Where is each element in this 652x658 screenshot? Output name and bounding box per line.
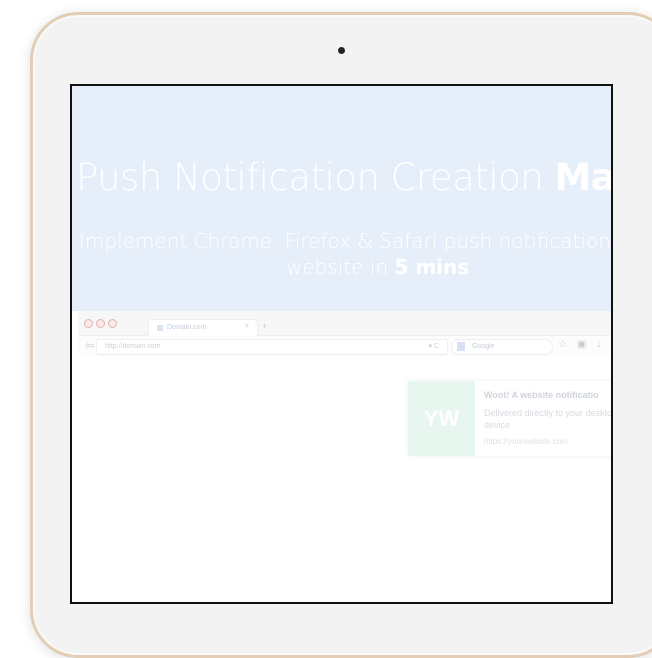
browser-tab-bar: Domain.com × + (78, 311, 611, 336)
browser-tab[interactable]: Domain.com × (148, 319, 258, 336)
notification-body: Delivered directly to your desktop or de… (484, 408, 613, 430)
hero-subtitle-line2-text: website in (286, 255, 395, 279)
hero-title: Push Notification Creation Made E (76, 156, 613, 199)
window-close-dot[interactable] (84, 319, 93, 328)
ipad-screen: Push Notification Creation Made E Implem… (70, 84, 613, 604)
tab-close-icon[interactable]: × (245, 323, 249, 330)
search-input[interactable]: Google (451, 339, 553, 355)
url-text: http://domain.com (105, 343, 161, 350)
notification-logo: YW (408, 381, 475, 456)
push-notification[interactable]: YW Woot! A website notificatio Delivered… (408, 381, 613, 456)
search-placeholder: Google (472, 343, 495, 350)
hero-subtitle: Implement Chrome, Firefox & Safari push … (79, 228, 613, 280)
notification-title: Woot! A website notificatio (484, 390, 599, 400)
hero-subtitle-line2: website in 5 mins (79, 254, 611, 280)
notification-url: https://yourwebsite.com (484, 437, 569, 446)
new-tab-button[interactable]: + (262, 321, 267, 331)
camera-dot (338, 47, 345, 54)
search-engine-icon (457, 342, 465, 351)
hero-title-bold: Made E (554, 156, 613, 199)
hero-subtitle-line1: Implement Chrome, Firefox & Safari push … (79, 229, 613, 253)
favicon-icon (157, 325, 163, 331)
logo-text: YW (423, 405, 460, 431)
back-icon[interactable]: ⇦ (85, 339, 94, 352)
hero-subtitle-line2-bold: 5 mins (394, 255, 470, 279)
tab-title: Domain.com (167, 324, 207, 331)
reload-icon[interactable]: ▾ C (428, 342, 439, 350)
browser-address-bar: ⇦ http://domain.com ▾ C Google ☆▣↓ (78, 336, 611, 356)
hero-section: Push Notification Creation Made E Implem… (72, 86, 611, 311)
browser-mockup: Domain.com × + ⇦ http://domain.com ▾ C G… (78, 311, 613, 602)
window-maximize-dot[interactable] (108, 319, 117, 328)
hero-title-light: Push Notification Creation (76, 156, 555, 199)
url-input[interactable]: http://domain.com ▾ C (96, 339, 448, 355)
window-minimize-dot[interactable] (96, 319, 105, 328)
toolbar-icons[interactable]: ☆▣↓ (558, 339, 611, 350)
